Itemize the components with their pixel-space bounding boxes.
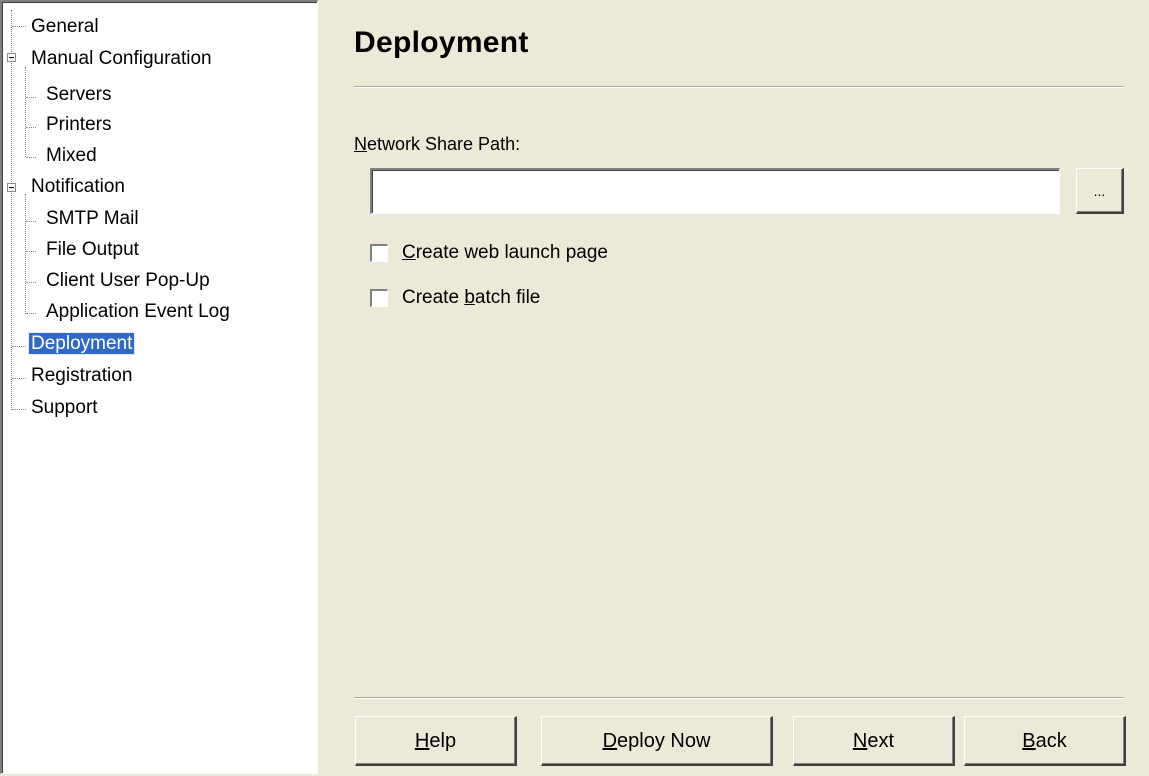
- network-share-path-input[interactable]: [370, 168, 1060, 214]
- tree-item-registration[interactable]: Registration: [29, 361, 134, 391]
- collapse-icon[interactable]: [7, 53, 16, 62]
- tree-item-label: General: [31, 16, 99, 37]
- checkbox-label: Create web launch page: [402, 242, 608, 263]
- tree-item-general[interactable]: General: [29, 12, 101, 42]
- tree-item-deployment[interactable]: Deployment: [27, 329, 136, 359]
- browse-button[interactable]: ...: [1076, 168, 1124, 214]
- label-accelerator: N: [354, 134, 367, 154]
- tree-item-application-event-log[interactable]: Application Event Log: [44, 297, 232, 327]
- tree-item-support[interactable]: Support: [29, 393, 100, 423]
- tree-item-servers[interactable]: Servers: [44, 80, 113, 110]
- tree-connector: [26, 251, 36, 252]
- tree-connector: [26, 313, 36, 314]
- tree-item-mixed[interactable]: Mixed: [44, 141, 99, 171]
- tree-item-manual-configuration[interactable]: Manual Configuration: [29, 44, 214, 74]
- label-text: etwork Share Path:: [367, 134, 521, 154]
- tree-item-label: Support: [31, 397, 98, 418]
- tree-connector: [26, 97, 36, 98]
- tree-connector: [26, 221, 36, 222]
- settings-tree[interactable]: General Manual Configuration Servers Pri…: [0, 0, 318, 774]
- tree-item-label: Servers: [46, 84, 112, 105]
- tree-connector: [12, 378, 26, 379]
- deployment-panel: Deployment Network Share Path: ... Creat…: [318, 0, 1149, 776]
- deploy-now-button[interactable]: Deploy Now: [541, 716, 773, 766]
- tree-connector: [26, 157, 36, 158]
- tree-item-notification[interactable]: Notification: [29, 172, 127, 202]
- tree-item-client-user-pop-up[interactable]: Client User Pop-Up: [44, 266, 212, 296]
- tree-branch-line: [25, 194, 26, 314]
- tree-root-line: [11, 10, 12, 410]
- tree-item-printers[interactable]: Printers: [44, 110, 113, 140]
- create-web-launch-page-option[interactable]: Create web launch page: [370, 240, 608, 266]
- tree-item-label: Printers: [46, 114, 112, 135]
- create-web-launch-page-checkbox[interactable]: [370, 244, 388, 262]
- tree-item-label: Registration: [31, 365, 133, 386]
- tree-item-label: Manual Configuration: [31, 48, 212, 69]
- help-button[interactable]: Help: [355, 716, 517, 766]
- tree-branch-line: [25, 67, 26, 157]
- tree-connector: [26, 282, 36, 283]
- title-separator: [354, 86, 1124, 88]
- tree-connector: [12, 26, 26, 27]
- tree-connector: [26, 127, 36, 128]
- page-title: Deployment: [354, 26, 529, 59]
- network-share-path-label: Network Share Path:: [354, 134, 520, 155]
- create-batch-file-option[interactable]: Create batch file: [370, 285, 540, 311]
- tree-item-file-output[interactable]: File Output: [44, 235, 141, 265]
- tree-item-label: File Output: [46, 239, 139, 260]
- checkbox-label: Create batch file: [402, 287, 541, 308]
- tree-item-label: Deployment: [27, 332, 136, 355]
- tree-item-label: Notification: [31, 176, 125, 197]
- create-batch-file-checkbox[interactable]: [370, 289, 388, 307]
- tree-item-label: SMTP Mail: [46, 208, 139, 229]
- tree-item-label: Client User Pop-Up: [46, 270, 210, 291]
- tree-item-label: Mixed: [46, 145, 97, 166]
- tree-item-smtp-mail[interactable]: SMTP Mail: [44, 204, 141, 234]
- back-button[interactable]: Back: [964, 716, 1126, 766]
- footer-separator: [354, 697, 1124, 699]
- tree-connector: [12, 409, 26, 410]
- tree-connector: [12, 346, 26, 347]
- tree-item-label: Application Event Log: [46, 301, 230, 322]
- collapse-icon[interactable]: [7, 183, 16, 192]
- next-button[interactable]: Next: [793, 716, 955, 766]
